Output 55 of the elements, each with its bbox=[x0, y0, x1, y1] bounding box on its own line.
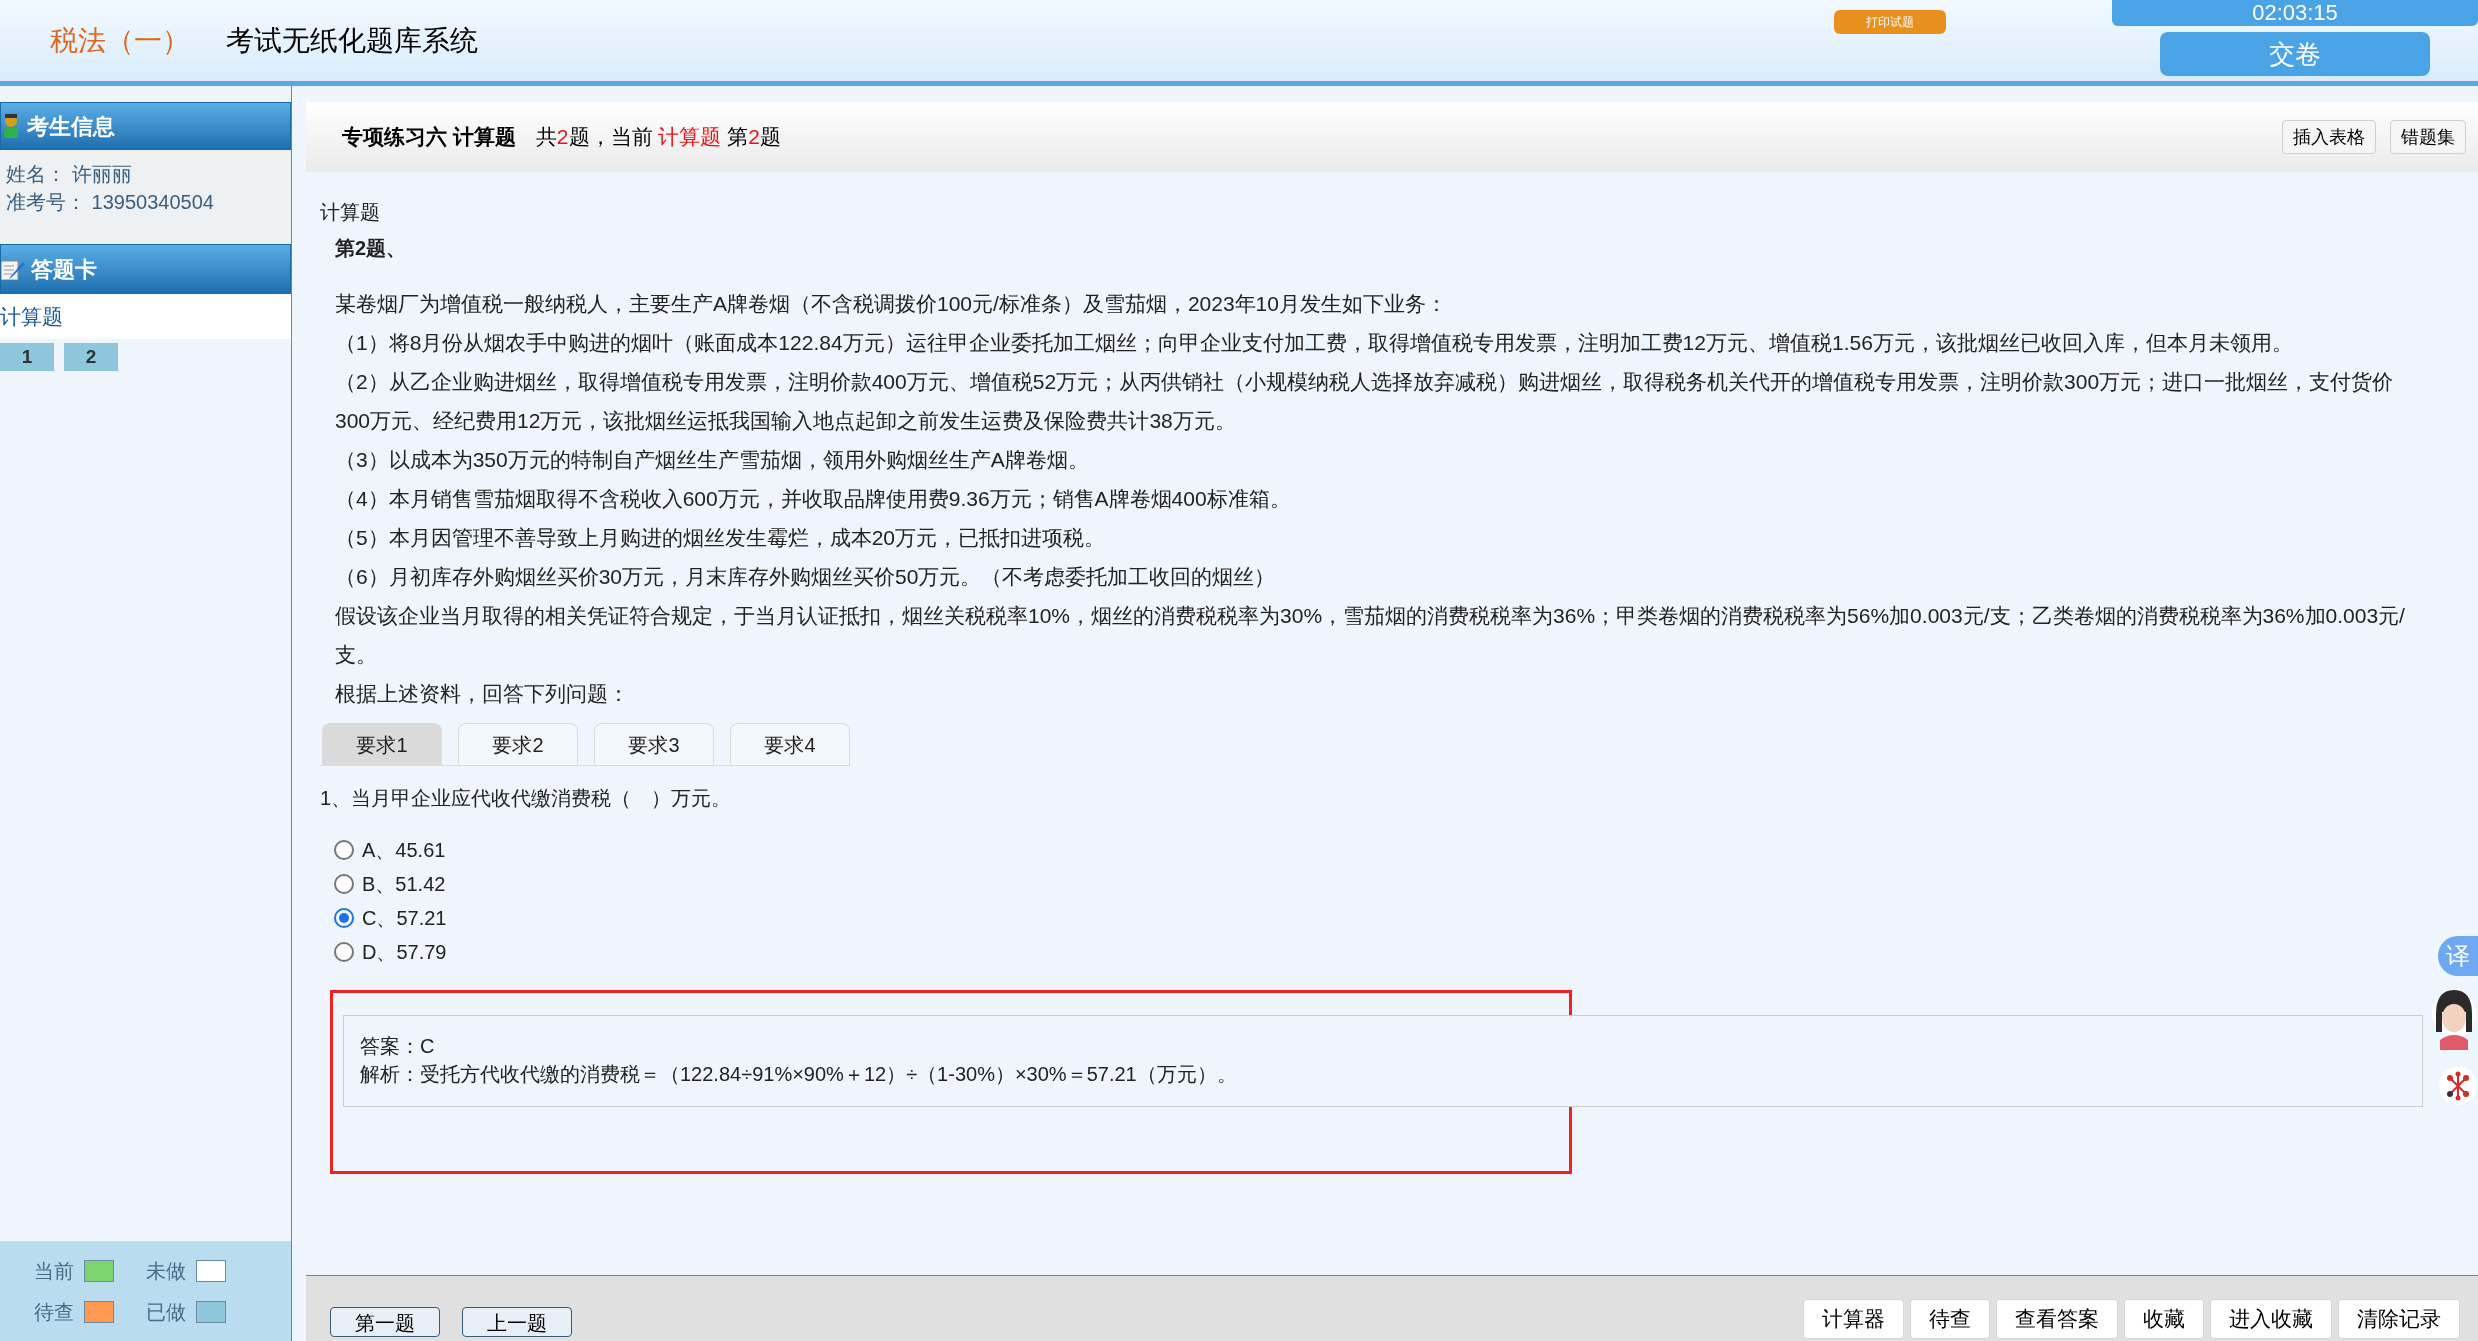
requirement-tab[interactable]: 要求2 bbox=[458, 723, 578, 765]
footer-button[interactable]: 进入收藏 bbox=[2210, 1299, 2332, 1339]
timer: 02:03:15 bbox=[2112, 0, 2478, 26]
section-label[interactable]: 计算题 bbox=[0, 294, 291, 339]
question-paragraph: （3）以成本为350万元的特制自产烟丝生产雪茄烟，领用外购烟丝生产A牌卷烟。 bbox=[335, 447, 1090, 473]
legend-label: 未做 bbox=[145, 1258, 186, 1284]
candidate-field: 姓名： 许丽丽 bbox=[6, 160, 285, 188]
question-paragraph: （6）月初库存外购烟丝买价30万元，月末库存外购烟丝买价50万元。（不考虑委托加工收回的烟丝） bbox=[335, 564, 1277, 590]
notepad-pencil-icon bbox=[1, 258, 25, 280]
question-paragraph: 假设该企业当月取得的相关凭证符合规定，于当月认证抵扣，烟丝关税税率10%，烟丝的消费税税率为30%，雪茄烟的消费税税率为36%；甲类卷烟的消费税税率为56%加0.003元/支；乙类卷烟的消费税税率为36%加0.003元/支。 bbox=[335, 603, 2406, 668]
navigation-button[interactable]: 第一题 bbox=[330, 1307, 440, 1337]
toolbar-button[interactable]: 插入表格 bbox=[2282, 120, 2376, 154]
toolbar-button[interactable]: 错题集 bbox=[2390, 120, 2466, 154]
footer-button[interactable]: 计算器 bbox=[1803, 1299, 1904, 1339]
footer-button[interactable]: 清除记录 bbox=[2338, 1299, 2460, 1339]
requirement-tab[interactable]: 要求1 bbox=[322, 723, 442, 765]
legend-label: 已做 bbox=[145, 1299, 186, 1325]
footer-button[interactable]: 查看答案 bbox=[1996, 1299, 2118, 1339]
navigation-button[interactable]: 上一题 bbox=[462, 1307, 572, 1337]
option-label: C、57.21 bbox=[362, 906, 447, 931]
question-paragraph: （1）将8月份从烟农手中购进的烟叶（账面成本122.84万元）运往甲企业委托加工烟丝；向甲企业支付加工费，取得增值税专用发票，注明加工费12万元、增值税1.56万元，该批烟丝已收回入库，但本月未领用。 bbox=[335, 330, 2294, 356]
question-paragraph: 某卷烟厂为增值税一般纳税人，主要生产A牌卷烟（不含税调拨价100元/标准条）及雪茄烟，2023年10月发生如下业务： bbox=[335, 291, 1448, 317]
network-icon[interactable] bbox=[2438, 1066, 2478, 1106]
analysis-text: 解析：受托方代收代缴的消费税＝（122.84÷91%×90%＋12）÷（1-30%）×30%＝57.21（万元）。 bbox=[360, 1062, 1237, 1087]
option-label: D、57.79 bbox=[362, 940, 447, 965]
candidate-info-title: 考生信息 bbox=[27, 112, 115, 141]
footer-button[interactable]: 收藏 bbox=[2124, 1299, 2204, 1339]
person-icon bbox=[3, 114, 19, 138]
question-number-button[interactable]: 2 bbox=[64, 343, 118, 371]
candidate-field: 准考号： 13950340504 bbox=[6, 188, 285, 216]
question-status: 共2题，当前 计算题 第2题 bbox=[535, 124, 781, 151]
footer-button[interactable]: 待查 bbox=[1910, 1299, 1990, 1339]
radio-button[interactable] bbox=[334, 908, 354, 928]
question-number: 第2题、 bbox=[334, 236, 408, 261]
question-number-button[interactable]: 1 bbox=[0, 343, 54, 371]
answer-text: 答案：C bbox=[360, 1034, 435, 1059]
question-prompt: 1、当月甲企业应代收代缴消费税（ ）万元。 bbox=[320, 786, 733, 811]
radio-button[interactable] bbox=[334, 840, 354, 860]
question-paragraph: （2）从乙企业购进烟丝，取得增值税专用发票，注明价款400万元、增值税52万元；从丙供销社（小规模纳税人选择放弃减税）购进烟丝，取得税务机关代开的增值税专用发票，注明价款300万元；进口一批烟丝，支付货价300万元、经纪费用12万元，该批烟丝运抵我国输入地点起卸之前发生运费及保险费共计38万元。 bbox=[335, 369, 2395, 434]
answer-card-title: 答题卡 bbox=[31, 255, 97, 284]
radio-button[interactable] bbox=[334, 942, 354, 962]
system-title: 考试无纸化题库系统 bbox=[226, 23, 478, 58]
question-paragraph: （5）本月因管理不善导致上月购进的烟丝发生霉烂，成本20万元，已抵扣进项税。 bbox=[335, 525, 1107, 551]
practice-title: 专项练习六 计算题 bbox=[342, 124, 516, 151]
legend-label: 待查 bbox=[34, 1299, 74, 1325]
subject-title: 税法（一） bbox=[50, 23, 190, 58]
option-label: A、45.61 bbox=[362, 838, 446, 863]
question-type: 计算题 bbox=[320, 200, 381, 225]
option-label: B、51.42 bbox=[362, 872, 446, 897]
requirement-tab[interactable]: 要求3 bbox=[594, 723, 714, 765]
question-paragraph: 根据上述资料，回答下列问题： bbox=[335, 681, 630, 707]
radio-button[interactable] bbox=[334, 874, 354, 894]
legend-label: 当前 bbox=[34, 1258, 74, 1284]
requirement-tab[interactable]: 要求4 bbox=[730, 723, 850, 765]
question-paragraph: （4）本月销售雪茄烟取得不含税收入600万元，并收取品牌使用费9.36万元；销售A牌卷烟400标准箱。 bbox=[335, 486, 1292, 512]
